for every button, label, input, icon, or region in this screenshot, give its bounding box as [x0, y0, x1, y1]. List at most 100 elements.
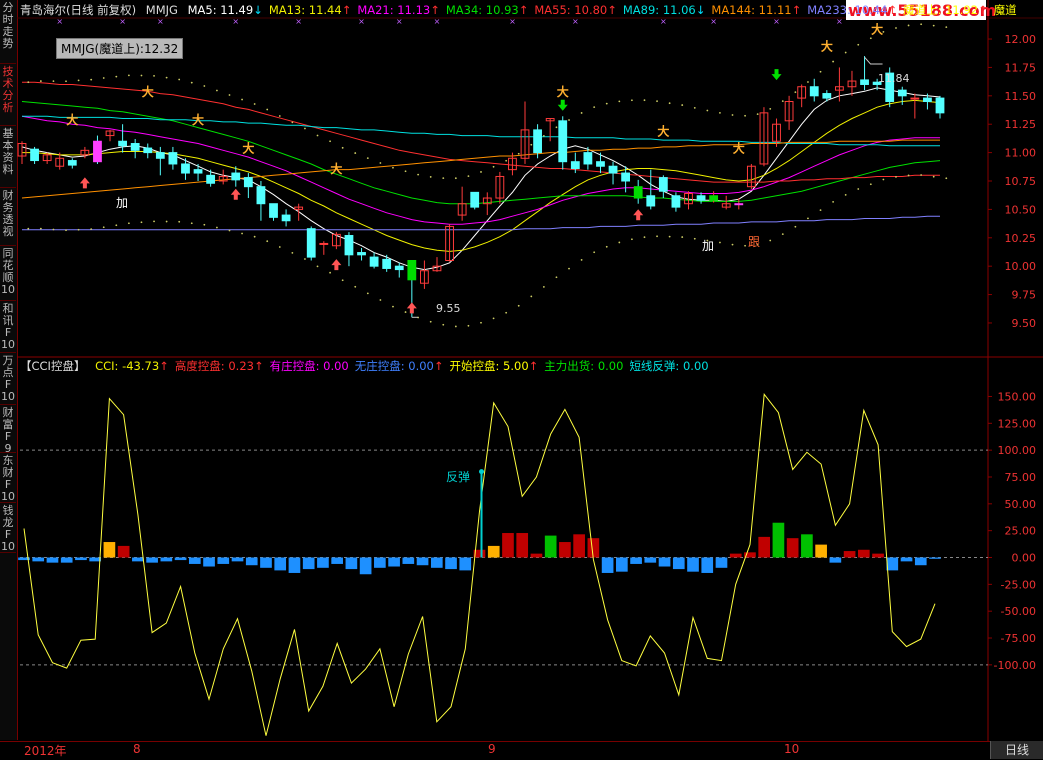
runner-icon: 大: [657, 124, 669, 139]
add-marker-2: 加: [702, 239, 715, 253]
candle-body: [394, 265, 404, 271]
channel-dot-lower: [744, 244, 746, 247]
rebound-dot: [479, 469, 484, 475]
cci-axis-label: 100.00: [998, 444, 1037, 457]
cci-control-bar: [217, 557, 230, 564]
channel-dot-upper: [568, 119, 570, 121]
ma-line-ma21: [21, 115, 940, 225]
sell-arrow-icon: [771, 69, 782, 81]
channel-dot-upper: [668, 102, 671, 105]
channel-dot-upper: [744, 114, 746, 117]
candle-body: [30, 148, 39, 162]
candle-body: [67, 160, 77, 166]
cci-control-bar: [89, 557, 102, 562]
signal-x-icon: ×: [358, 17, 365, 26]
cci-legend-item-2: 有庄控盘: 0.00: [269, 359, 349, 373]
candle-body: [910, 97, 920, 100]
channel-dot-lower: [354, 285, 357, 288]
channel-dot-lower: [27, 227, 30, 230]
add-marker-1: 加: [116, 196, 129, 210]
candle-body: [281, 214, 291, 222]
channel-dot-lower: [102, 226, 105, 229]
runner-icon: 大: [142, 84, 154, 99]
channel-dot-lower: [392, 305, 394, 308]
cci-control-bar: [46, 557, 59, 563]
channel-dot-lower: [517, 304, 520, 307]
cci-control-bar: [573, 534, 585, 558]
cci-control-bar: [872, 553, 884, 558]
cci-control-bar: [132, 557, 144, 562]
channel-dot-lower: [404, 311, 407, 313]
cci-axis-label: 75.00: [1005, 471, 1037, 484]
low-price-label: 9.55: [436, 302, 461, 315]
channel-dot-upper: [605, 102, 608, 105]
runner-icon: 大: [66, 112, 78, 127]
channel-dot-lower: [266, 240, 269, 243]
channel-dot-upper: [681, 104, 684, 106]
x-label-month-10: 10: [784, 742, 800, 756]
cci-legend-item-4: 开始控盘: 5.00↑: [449, 359, 539, 373]
channel-dot-upper: [932, 24, 935, 27]
channel-dot-upper: [945, 26, 948, 29]
channel-dot-upper: [819, 70, 822, 73]
stock-title: 青岛海尔(日线 前复权): [20, 3, 137, 17]
channel-dot-lower: [77, 228, 80, 231]
channel-dot-upper: [417, 173, 420, 176]
value-tooltip: MMJG(魔道上):12.32: [56, 38, 184, 59]
runner-icon: 大: [821, 38, 833, 53]
cci-control-bar: [857, 549, 870, 558]
channel-dot-lower: [140, 221, 143, 224]
channel-dot-upper: [90, 78, 93, 81]
candle-body: [344, 235, 354, 256]
candle-body: [709, 195, 719, 201]
channel-dot-upper: [127, 74, 130, 77]
channel-dot-upper: [618, 100, 621, 103]
cci-control-bar: [530, 553, 543, 558]
channel-dot-lower: [693, 237, 696, 240]
cci-control-bar: [487, 545, 500, 558]
channel-dot-upper: [291, 121, 294, 124]
channel-dot-lower: [228, 229, 231, 232]
channel-dot-lower: [580, 259, 583, 261]
cci-legend-item-0: CCI: -43.73↑: [95, 359, 169, 373]
channel-dot-lower: [190, 222, 193, 225]
price-axis-label: 12.00: [1005, 33, 1037, 46]
cci-control-bar: [274, 557, 287, 571]
cci-control-bar: [430, 557, 443, 568]
cci-control-bar: [160, 557, 173, 562]
channel-dot-upper: [153, 74, 155, 77]
buy-arrow-icon: [633, 209, 644, 221]
candle-body: [570, 161, 580, 170]
channel-dot-upper: [316, 134, 319, 137]
channel-dot-lower: [454, 325, 457, 328]
high-leader-line: [864, 56, 883, 65]
channel-dot-lower: [203, 223, 206, 226]
chart-canvas[interactable]: 12.00 11.75 11.50 11.25 11.00 10.75 10.50 10.25…: [0, 0, 1043, 759]
cci-control-bar: [544, 535, 557, 558]
cci-control-bar: [402, 557, 415, 564]
channel-dot-upper: [241, 98, 243, 101]
channel-dot-lower: [794, 225, 797, 228]
cci-control-bar: [75, 557, 87, 561]
candle-body: [93, 140, 102, 163]
cci-control-bar: [886, 557, 899, 571]
cci-control-bar: [829, 557, 842, 563]
cci-control-bar: [658, 557, 671, 567]
cci-control-bar: [459, 557, 472, 571]
cci-control-bar: [203, 557, 215, 567]
cci-control-bar: [302, 557, 315, 570]
cci-axis-label: 0.00: [1012, 552, 1037, 565]
candle-body: [369, 256, 379, 267]
channel-dot-lower: [769, 239, 772, 242]
x-label-year: 2012年: [24, 744, 67, 758]
cci-axis-label: 50.00: [1005, 498, 1037, 511]
channel-dot-upper: [781, 100, 784, 103]
cci-control-bar: [416, 557, 429, 566]
candle-body: [231, 172, 241, 181]
candle-body: [470, 191, 480, 208]
cci-title: 【CCI控盘】: [20, 359, 86, 373]
channel-dot-upper: [492, 165, 495, 168]
cci-control-bar: [231, 557, 244, 562]
timeframe-button[interactable]: 日线: [990, 741, 1043, 759]
cci-control-bar: [715, 557, 728, 568]
